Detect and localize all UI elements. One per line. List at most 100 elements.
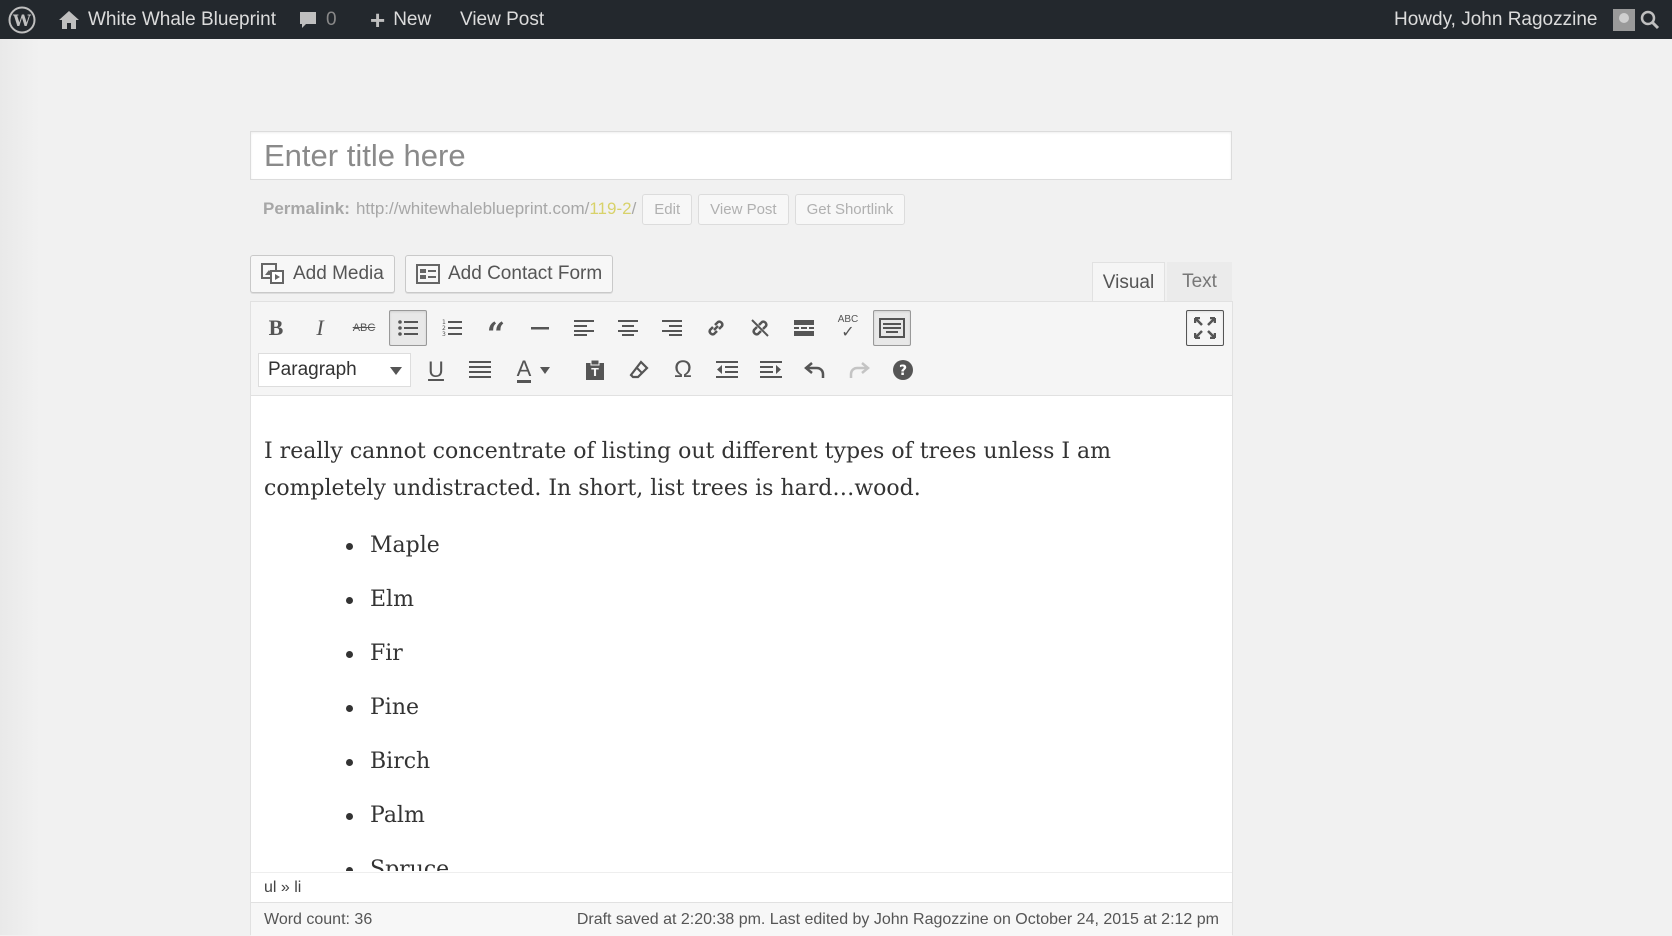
text-color-icon: A bbox=[516, 355, 532, 383]
align-left-icon bbox=[574, 320, 594, 336]
format-select-value: Paragraph bbox=[268, 359, 357, 380]
unlink-icon bbox=[751, 319, 769, 337]
list-item: Pine bbox=[346, 689, 419, 726]
add-contact-form-label: Add Contact Form bbox=[448, 263, 603, 284]
comments-link[interactable]: 0 bbox=[298, 0, 337, 39]
search-icon[interactable] bbox=[1640, 0, 1660, 39]
read-more-button[interactable] bbox=[785, 310, 823, 346]
view-post-link[interactable]: View Post bbox=[460, 0, 544, 39]
status-bar: Word count: 36 Draft saved at 2:20:38 pm… bbox=[251, 902, 1232, 936]
paste-as-text-button[interactable]: T bbox=[576, 352, 614, 388]
remove-link-button[interactable] bbox=[741, 310, 779, 346]
text-color-dropdown[interactable] bbox=[534, 352, 556, 388]
align-center-button[interactable] bbox=[609, 310, 647, 346]
get-shortlink-button[interactable]: Get Shortlink bbox=[794, 193, 906, 225]
add-contact-form-button[interactable]: Add Contact Form bbox=[405, 255, 614, 293]
editor-toolbar: B I ABC 123 “ ABC ✓ Paragraph U A T Ω ? bbox=[251, 302, 1232, 396]
bold-button[interactable]: B bbox=[257, 310, 295, 346]
site-name-link[interactable]: White Whale Blueprint bbox=[58, 0, 276, 39]
align-center-icon bbox=[618, 320, 638, 336]
element-path: ul » li bbox=[251, 872, 1232, 902]
horizontal-line-icon bbox=[531, 327, 549, 330]
list-item-text: Elm bbox=[370, 587, 414, 612]
numbered-list-icon: 123 bbox=[442, 319, 462, 337]
view-post-button[interactable]: View Post bbox=[698, 193, 789, 225]
permalink-row: Permalink: http://whitewhaleblueprint.co… bbox=[263, 193, 906, 225]
edit-permalink-button[interactable]: Edit bbox=[642, 193, 693, 225]
bullet-icon bbox=[346, 597, 353, 604]
outdent-button[interactable] bbox=[708, 352, 746, 388]
underline-icon: U bbox=[428, 357, 444, 382]
special-character-button[interactable]: Ω bbox=[664, 352, 702, 388]
avatar bbox=[1613, 8, 1636, 31]
bullet-icon bbox=[346, 759, 353, 766]
strikethrough-button[interactable]: ABC bbox=[345, 310, 383, 346]
new-label: New bbox=[393, 8, 432, 30]
undo-icon bbox=[804, 362, 825, 378]
account-menu[interactable]: Howdy, John Ragozzine bbox=[1394, 0, 1636, 39]
chevron-down-icon bbox=[390, 367, 402, 375]
outdent-icon bbox=[716, 361, 738, 378]
list-item-text: Spruce bbox=[370, 857, 450, 871]
list-item-text: Birch bbox=[370, 749, 431, 774]
title-field-wrapper bbox=[250, 131, 1232, 180]
new-content-link[interactable]: + New bbox=[370, 0, 431, 39]
numbered-list-button[interactable]: 123 bbox=[433, 310, 471, 346]
list-item: Birch bbox=[346, 743, 431, 780]
checkmark-icon: ✓ bbox=[841, 324, 855, 341]
align-right-button[interactable] bbox=[653, 310, 691, 346]
indent-button[interactable] bbox=[752, 352, 790, 388]
redo-button[interactable] bbox=[840, 352, 878, 388]
insert-link-button[interactable] bbox=[697, 310, 735, 346]
align-left-button[interactable] bbox=[565, 310, 603, 346]
permalink-base: http://whitewhaleblueprint.com/ bbox=[355, 199, 590, 218]
format-select[interactable]: Paragraph bbox=[258, 353, 411, 387]
blockquote-button[interactable]: “ bbox=[477, 310, 515, 350]
caret-down-icon bbox=[540, 366, 550, 374]
bulleted-list-button[interactable] bbox=[389, 310, 427, 346]
fullscreen-icon bbox=[1194, 317, 1216, 339]
bullet-icon bbox=[346, 651, 353, 658]
clear-formatting-button[interactable] bbox=[620, 352, 658, 388]
italic-icon: I bbox=[316, 315, 324, 340]
tab-text[interactable]: Text bbox=[1167, 262, 1232, 302]
tab-visual[interactable]: Visual bbox=[1092, 262, 1165, 302]
plus-icon: + bbox=[370, 4, 386, 35]
eraser-icon bbox=[629, 360, 649, 379]
list-item-text: Fir bbox=[370, 641, 403, 666]
distraction-free-button[interactable] bbox=[1186, 310, 1224, 346]
undo-button[interactable] bbox=[796, 352, 834, 388]
list-item: Fir bbox=[346, 635, 403, 672]
svg-text:3: 3 bbox=[442, 331, 446, 337]
keyboard-icon bbox=[879, 318, 905, 338]
draft-status: Draft saved at 2:20:38 pm. Last edited b… bbox=[576, 911, 1219, 928]
list-item: Elm bbox=[346, 581, 414, 618]
word-count: Word count: 36 bbox=[264, 911, 373, 928]
post-title-input[interactable] bbox=[251, 132, 1231, 179]
permalink-url[interactable]: http://whitewhaleblueprint.com/119-2/ bbox=[356, 199, 636, 219]
justify-button[interactable] bbox=[461, 352, 499, 388]
editor-content[interactable]: I really cannot concentrate of listing o… bbox=[264, 433, 1214, 871]
contact-form-icon bbox=[416, 264, 440, 284]
justify-icon bbox=[469, 361, 491, 378]
bullet-icon bbox=[346, 705, 353, 712]
spellcheck-button[interactable]: ABC ✓ bbox=[829, 310, 867, 346]
comment-icon bbox=[300, 11, 316, 28]
underline-button[interactable]: U bbox=[417, 352, 455, 388]
wordpress-logo-icon[interactable]: W bbox=[8, 0, 36, 39]
add-media-label: Add Media bbox=[293, 263, 384, 284]
permalink-label: Permalink: bbox=[263, 199, 350, 218]
bullet-icon bbox=[346, 867, 353, 871]
comments-count: 0 bbox=[326, 8, 337, 30]
view-post-label: View Post bbox=[460, 8, 545, 30]
add-media-button[interactable]: Add Media bbox=[250, 255, 395, 293]
content-paragraph: I really cannot concentrate of listing o… bbox=[264, 439, 1112, 501]
help-button[interactable]: ? bbox=[884, 352, 922, 388]
omega-icon: Ω bbox=[674, 356, 692, 383]
toolbar-toggle-button[interactable] bbox=[873, 310, 911, 346]
admin-bar: W White Whale Blueprint 0 + New View Pos… bbox=[0, 0, 1672, 39]
italic-button[interactable]: I bbox=[301, 310, 339, 346]
list-item: Palm bbox=[346, 797, 425, 834]
bold-icon: B bbox=[268, 315, 284, 340]
horizontal-line-button[interactable] bbox=[521, 310, 559, 346]
